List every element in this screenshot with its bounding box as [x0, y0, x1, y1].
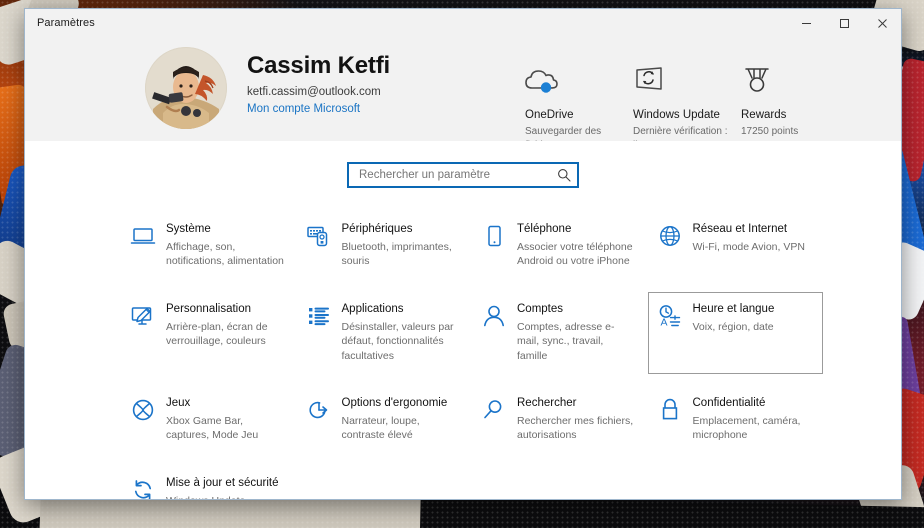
- apps-list-icon: [306, 303, 340, 328]
- search-icon: [557, 168, 571, 182]
- tile-jeux[interactable]: Jeux Xbox Game Bar, captures, Mode Jeu: [121, 386, 297, 454]
- tile-subtitle: Wi-Fi, mode Avion, VPN: [692, 240, 805, 253]
- tile-text: Personnalisation Arrière-plan, écran de …: [164, 303, 286, 349]
- update-refresh-icon: [130, 477, 164, 499]
- search-box[interactable]: [347, 162, 579, 188]
- tile-subtitle: Bluetooth, imprimantes, souris: [341, 240, 452, 268]
- windows-update-monitor-icon: [633, 63, 741, 99]
- tile-systeme[interactable]: Système Affichage, son, notifications, a…: [121, 212, 297, 280]
- tile-subtitle: Rechercher mes fichiers, autorisations: [517, 414, 634, 442]
- tile-text: Jeux Xbox Game Bar, captures, Mode Jeu: [164, 397, 286, 443]
- tile-applications[interactable]: Applications Désinstaller, valeurs par d…: [297, 292, 473, 374]
- clock-language-icon: A: [657, 303, 691, 328]
- personalization-brush-icon: [130, 303, 164, 328]
- account-name: Cassim Ketfi: [247, 52, 390, 79]
- shortcut-title: Windows Update: [633, 109, 720, 121]
- search-area: [25, 141, 901, 188]
- svg-text:A: A: [660, 316, 667, 328]
- tile-title: Système: [166, 223, 211, 235]
- close-button[interactable]: [863, 9, 901, 37]
- lock-icon: [657, 397, 691, 422]
- shortcut-rewards[interactable]: Rewards 17250 points: [741, 63, 849, 152]
- tile-title: Périphériques: [341, 223, 413, 235]
- phone-icon: [481, 223, 515, 248]
- tile-text: Téléphone Associer votre téléphone Andro…: [515, 223, 637, 269]
- minimize-button[interactable]: [787, 9, 825, 37]
- shortcut-windows-update[interactable]: Windows Update Dernière vérification : i…: [633, 63, 741, 152]
- tile-title: Jeux: [166, 397, 191, 410]
- tile-subtitle: Emplacement, caméra, microphone: [692, 414, 801, 442]
- tile-title: Mise à jour et sécurité: [166, 476, 279, 489]
- tile-confidentialite[interactable]: Confidentialité Emplacement, caméra, mic…: [648, 386, 824, 454]
- wallpaper-shape: [419, 496, 924, 528]
- shortcut-subtitle: 17250 points: [741, 126, 799, 138]
- tile-title: Applications: [341, 302, 404, 315]
- globe-icon: [657, 223, 691, 248]
- tile-reseau-et-internet[interactable]: Réseau et Internet Wi-Fi, mode Avion, VP…: [648, 212, 824, 280]
- settings-grid: Système Affichage, son, notifications, a…: [25, 212, 901, 499]
- tile-subtitle: Narrateur, loupe, contraste élevé: [341, 414, 420, 442]
- tile-subtitle: Désinstaller, valeurs par défaut, foncti…: [341, 320, 454, 362]
- tile-title: Téléphone: [517, 223, 572, 235]
- tile-title: Rechercher: [517, 397, 577, 410]
- tile-subtitle: Comptes, adresse e-mail, sync., travail,…: [517, 320, 615, 362]
- microsoft-account-link[interactable]: Mon compte Microsoft: [247, 103, 390, 115]
- xbox-icon: [130, 397, 164, 422]
- tile-text: Applications Désinstaller, valeurs par d…: [340, 303, 462, 363]
- tile-text: Options d'ergonomie Narrateur, loupe, co…: [340, 397, 462, 443]
- tile-rechercher[interactable]: Rechercher Rechercher mes fichiers, auto…: [472, 386, 648, 454]
- account-header-band: Cassim Ketfi ketfi.cassim@outlook.com Mo…: [25, 37, 901, 151]
- window-controls: [787, 9, 901, 37]
- tile-text: Périphériques Bluetooth, imprimantes, so…: [340, 223, 462, 269]
- person-icon: [481, 303, 515, 328]
- tile-text: Réseau et Internet Wi-Fi, mode Avion, VP…: [691, 223, 805, 254]
- tile-title: Réseau et Internet: [692, 223, 788, 235]
- shortcut-title: Rewards: [741, 109, 787, 121]
- tile-subtitle: Xbox Game Bar, captures, Mode Jeu: [166, 414, 259, 442]
- tile-subtitle: Voix, région, date: [692, 320, 774, 333]
- tile-title: Heure et langue: [692, 302, 775, 315]
- tile-telephone[interactable]: Téléphone Associer votre téléphone Andro…: [472, 212, 648, 280]
- devices-keyboard-icon: [306, 223, 340, 248]
- tile-mise-a-jour-et-securite[interactable]: Mise à jour et sécurité Windows Update, …: [121, 466, 297, 499]
- maximize-button[interactable]: [825, 9, 863, 37]
- tile-personnalisation[interactable]: Personnalisation Arrière-plan, écran de …: [121, 292, 297, 374]
- tile-text: Comptes Comptes, adresse e-mail, sync., …: [515, 303, 637, 363]
- account-summary[interactable]: Cassim Ketfi ketfi.cassim@outlook.com Mo…: [145, 47, 390, 129]
- tile-title: Options d'ergonomie: [341, 397, 448, 410]
- tile-subtitle: Associer votre téléphone Android ou votr…: [517, 240, 633, 268]
- tile-comptes[interactable]: Comptes Comptes, adresse e-mail, sync., …: [472, 292, 648, 374]
- tile-text: Rechercher Rechercher mes fichiers, auto…: [515, 397, 637, 443]
- tile-text: Confidentialité Emplacement, caméra, mic…: [691, 397, 813, 443]
- header-shortcuts: OneDrive Sauvegarder des fichiers Window…: [525, 63, 849, 152]
- avatar[interactable]: [145, 47, 227, 129]
- tile-text: Heure et langue Voix, région, date: [691, 303, 775, 334]
- shortcut-onedrive[interactable]: OneDrive Sauvegarder des fichiers: [525, 63, 633, 152]
- tile-text: Mise à jour et sécurité Windows Update, …: [164, 476, 286, 499]
- desktop: Paramètres Cassim Ketfi ketfi.cassim@out…: [0, 0, 924, 528]
- tile-title: Personnalisation: [166, 302, 252, 315]
- tile-subtitle: Windows Update, récupération, sauvegarde: [166, 494, 286, 499]
- search-input[interactable]: [357, 168, 557, 182]
- window-title: Paramètres: [37, 17, 95, 29]
- tile-subtitle: Affichage, son, notifications, alimentat…: [166, 240, 284, 268]
- settings-window: Paramètres Cassim Ketfi ketfi.cassim@out…: [24, 8, 902, 500]
- account-text: Cassim Ketfi ketfi.cassim@outlook.com Mo…: [247, 47, 390, 115]
- tile-heure-et-langue[interactable]: A Heure et langue Voix, région, date: [647, 291, 823, 375]
- tile-options-ergonomie[interactable]: Options d'ergonomie Narrateur, loupe, co…: [297, 386, 473, 454]
- rewards-medal-icon: [741, 63, 849, 99]
- account-email: ketfi.cassim@outlook.com: [247, 86, 381, 99]
- tile-title: Comptes: [517, 302, 564, 315]
- settings-body: Système Affichage, son, notifications, a…: [25, 141, 901, 499]
- search-magnifier-icon: [481, 397, 515, 422]
- tile-title: Confidentialité: [692, 397, 766, 410]
- laptop-icon: [130, 223, 164, 248]
- title-bar: Paramètres: [25, 9, 901, 37]
- tile-peripheriques[interactable]: Périphériques Bluetooth, imprimantes, so…: [297, 212, 473, 280]
- accessibility-clock-icon: [306, 397, 340, 422]
- shortcut-title: OneDrive: [525, 109, 574, 121]
- tile-text: Système Affichage, son, notifications, a…: [164, 223, 286, 269]
- onedrive-cloud-icon: [525, 63, 633, 99]
- tile-subtitle: Arrière-plan, écran de verrouillage, cou…: [166, 320, 268, 348]
